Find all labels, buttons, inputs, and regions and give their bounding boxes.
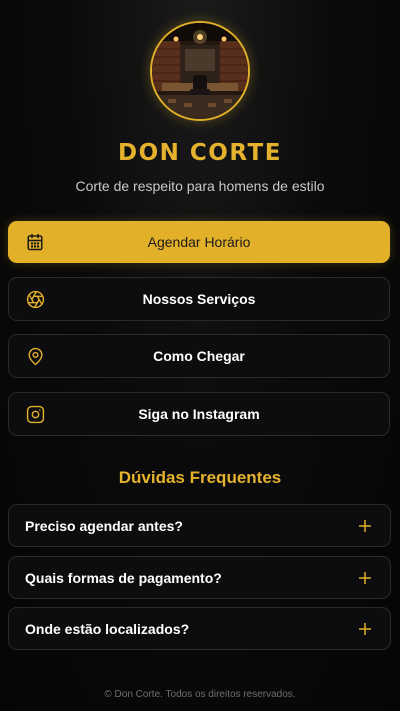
page: DON CORTE Corte de respeito para homens … <box>0 0 400 711</box>
barbershop-avatar <box>150 21 250 121</box>
instagram-button[interactable]: Siga no Instagram <box>8 392 390 436</box>
map-pin-icon <box>25 346 45 366</box>
faq-item-scheduling[interactable]: Preciso agendar antes? <box>8 504 391 547</box>
directions-button-label: Como Chegar <box>153 348 245 364</box>
faq-question: Quais formas de pagamento? <box>25 569 222 586</box>
brand-tagline: Corte de respeito para homens de estilo <box>75 178 325 194</box>
aperture-icon <box>25 289 45 309</box>
plus-icon <box>359 571 371 584</box>
faq-item-location[interactable]: Onde estão localizados? <box>8 607 391 650</box>
faq-question: Onde estão localizados? <box>25 620 190 637</box>
services-button[interactable]: Nossos Serviços <box>8 277 390 321</box>
barbershop-photo <box>152 23 248 119</box>
services-button-label: Nossos Serviços <box>142 291 256 307</box>
calendar-icon <box>25 232 45 252</box>
faq-question: Preciso agendar antes? <box>25 517 183 534</box>
faq-item-payment[interactable]: Quais formas de pagamento? <box>8 556 391 599</box>
plus-icon <box>359 622 371 635</box>
instagram-icon <box>25 404 45 424</box>
faq-heading: Dúvidas Frequentes <box>118 468 282 487</box>
instagram-button-label: Siga no Instagram <box>138 406 260 422</box>
footer-copyright: © Don Corte. Todos os direitos reservado… <box>104 689 296 700</box>
schedule-button-label: Agendar Horário <box>147 234 251 250</box>
brand-title: DON CORTE <box>118 140 282 166</box>
plus-icon <box>359 519 371 532</box>
schedule-button[interactable]: Agendar Horário <box>8 221 390 263</box>
directions-button[interactable]: Como Chegar <box>8 334 390 378</box>
